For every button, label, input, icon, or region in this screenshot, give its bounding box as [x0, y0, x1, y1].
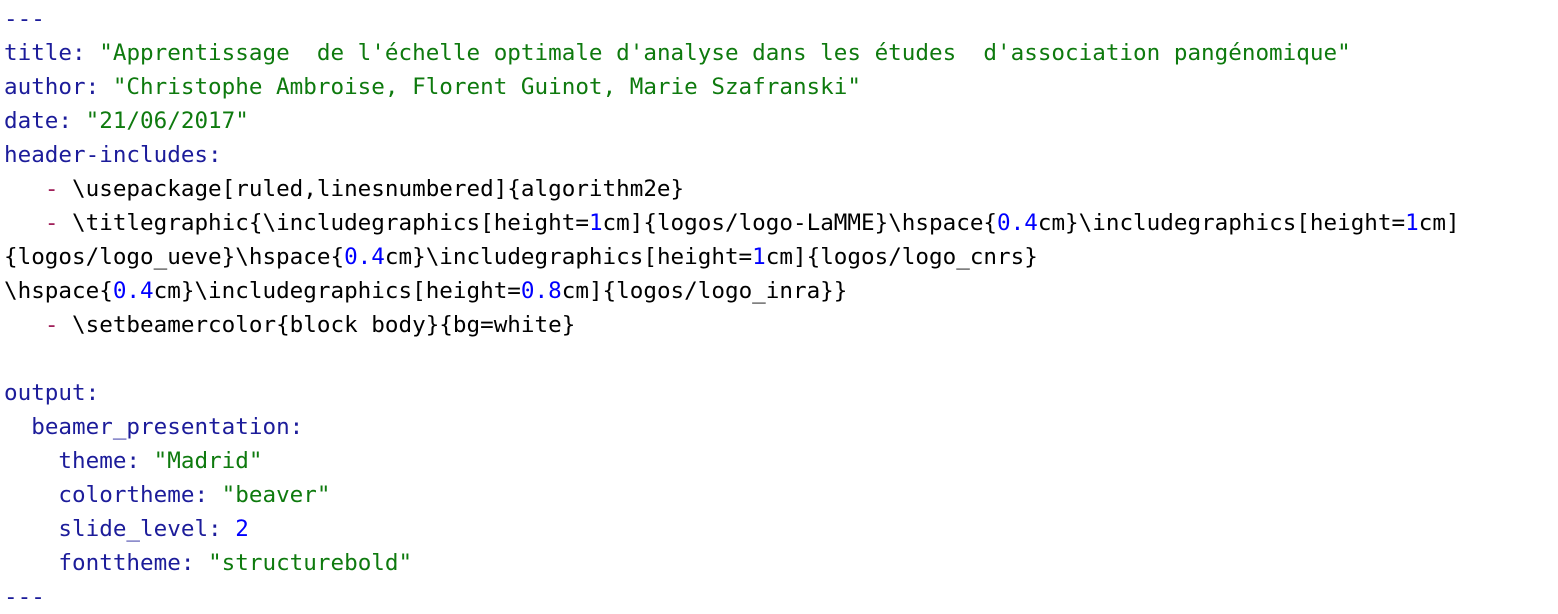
- yaml-delimiter: ---: [4, 6, 45, 32]
- string-literal: "21/06/2017": [85, 108, 249, 134]
- code-line[interactable]: header-includes:: [4, 138, 1558, 172]
- number-literal: 0.4: [112, 278, 154, 304]
- number-literal: 0.8: [520, 278, 562, 304]
- yaml-key: theme:: [58, 448, 141, 474]
- number-literal: 1: [1405, 210, 1419, 236]
- code-text: {logos/logo_ueve}\hspace{: [4, 244, 345, 270]
- string-literal: "Christophe Ambroise, Florent Guinot, Ma…: [112, 74, 861, 100]
- string-literal: "structurebold": [208, 550, 413, 576]
- code-text: cm]: [1418, 210, 1460, 236]
- code-text: \titlegraphic{\includegraphics[height=: [58, 210, 589, 236]
- string-literal: "Apprentissage de l'échelle optimale d'a…: [99, 40, 1351, 66]
- yaml-key: date:: [4, 108, 73, 134]
- string-literal: "beaver": [221, 482, 331, 508]
- code-text: cm}\includegraphics[height=: [384, 244, 753, 270]
- number-literal: 1: [588, 210, 603, 236]
- code-line[interactable]: slide_level: 2: [4, 512, 1558, 546]
- code-text: \usepackage[ruled,linesnumbered]{algorit…: [58, 176, 685, 202]
- code-editor[interactable]: --- title: "Apprentissage de l'échelle op…: [0, 0, 1558, 612]
- code-text: cm]{logos/logo-LaMME}\hspace{: [602, 210, 998, 236]
- number-literal: 2: [235, 516, 249, 542]
- code-line[interactable]: author: "Christophe Ambroise, Florent Gu…: [4, 70, 1558, 104]
- number-literal: 0.4: [344, 244, 385, 270]
- code-text: \hspace{: [4, 278, 113, 304]
- code-line[interactable]: beamer_presentation:: [4, 410, 1558, 444]
- code-text: \setbeamercolor{block body}{bg=white}: [58, 312, 576, 338]
- code-line[interactable]: - \setbeamercolor{block body}{bg=white}: [4, 308, 1558, 342]
- yaml-key: fonttheme:: [58, 550, 195, 576]
- yaml-key: colortheme:: [58, 482, 209, 508]
- number-literal: 0.4: [997, 210, 1038, 236]
- code-line[interactable]: {logos/logo_ueve}\hspace{0.4cm}\includeg…: [4, 240, 1558, 274]
- code-line[interactable]: title: "Apprentissage de l'échelle optim…: [4, 36, 1558, 70]
- code-line[interactable]: fonttheme: "structurebold": [4, 546, 1558, 580]
- code-line[interactable]: \hspace{0.4cm}\includegraphics[height=0.…: [4, 274, 1558, 308]
- code-line[interactable]: [4, 342, 1558, 376]
- list-dash: -: [44, 210, 59, 236]
- code-text: cm}\includegraphics[height=: [153, 278, 521, 304]
- code-line[interactable]: ---: [4, 580, 1558, 614]
- code-text: cm]{logos/logo_cnrs}: [765, 244, 1038, 270]
- code-line[interactable]: - \usepackage[ruled,linesnumbered]{algor…: [4, 172, 1558, 206]
- yaml-key: header-includes:: [4, 142, 222, 168]
- code-text: cm}\includegraphics[height=: [1037, 210, 1406, 236]
- yaml-key: beamer_presentation:: [31, 414, 304, 440]
- code-line[interactable]: ---: [4, 2, 1558, 36]
- code-line[interactable]: colortheme: "beaver": [4, 478, 1558, 512]
- code-line[interactable]: theme: "Madrid": [4, 444, 1558, 478]
- list-dash: -: [44, 176, 59, 202]
- code-line[interactable]: date: "21/06/2017": [4, 104, 1558, 138]
- yaml-key: title:: [4, 40, 86, 66]
- code-line[interactable]: - \titlegraphic{\includegraphics[height=…: [4, 206, 1558, 240]
- number-literal: 1: [752, 244, 766, 270]
- list-dash: -: [44, 312, 59, 338]
- yaml-key: slide_level:: [58, 516, 222, 542]
- code-line[interactable]: output:: [4, 376, 1558, 410]
- code-text: cm]{logos/logo_inra}}: [561, 278, 848, 304]
- yaml-delimiter: ---: [4, 584, 45, 610]
- yaml-key: author:: [4, 74, 100, 100]
- string-literal: "Madrid": [153, 448, 263, 474]
- yaml-key: output:: [4, 380, 100, 406]
